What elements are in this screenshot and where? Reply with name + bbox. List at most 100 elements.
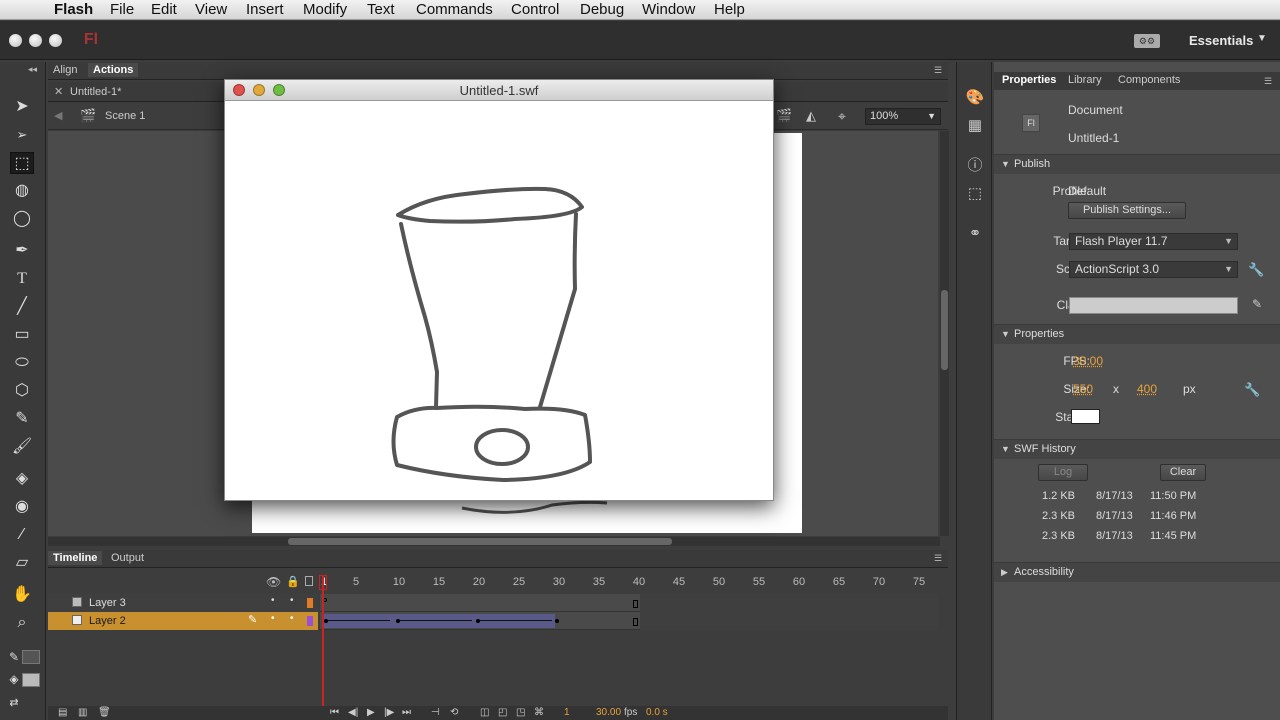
edit-symbols-icon[interactable]: ◭ — [806, 108, 816, 124]
layer-row-selected[interactable]: Layer 2 ✎ • • — [48, 612, 318, 630]
publish-section-header[interactable]: ▼ Publish — [994, 154, 1280, 174]
tab-timeline[interactable]: Timeline — [48, 551, 103, 565]
tab-properties[interactable]: Properties — [1002, 74, 1056, 86]
swap-colors-icon[interactable]: ⇄ — [2, 692, 26, 714]
minimize-window-button[interactable] — [29, 34, 42, 47]
tween-span[interactable] — [323, 614, 555, 628]
menu-commands[interactable]: Commands — [416, 1, 493, 18]
close-tab-icon[interactable]: ✕ — [54, 85, 63, 98]
layer-name[interactable]: Layer 2 — [89, 615, 126, 627]
swf-minimize-button[interactable] — [253, 84, 265, 96]
menu-debug[interactable]: Debug — [580, 1, 624, 18]
current-frame[interactable]: 1 — [564, 707, 570, 718]
menu-help[interactable]: Help — [714, 1, 745, 18]
pen-tool-icon[interactable]: ✒ — [10, 240, 34, 262]
brush-tool-icon[interactable]: 🖌 — [10, 436, 34, 458]
zoom-window-button[interactable] — [49, 34, 62, 47]
swf-close-button[interactable] — [233, 84, 245, 96]
eye-icon[interactable]: 👁 — [266, 575, 281, 589]
ink-bottle-tool-icon[interactable]: ◉ — [10, 496, 34, 518]
panel-menu-icon[interactable]: ☰ — [934, 553, 942, 564]
line-tool-icon[interactable]: ╱ — [10, 296, 34, 318]
menu-window[interactable]: Window — [642, 1, 695, 18]
layer3-frames[interactable] — [320, 594, 938, 612]
play-icon[interactable]: ▶ — [367, 707, 375, 718]
properties-section-header[interactable]: ▼ Properties — [994, 324, 1280, 344]
motion-presets-icon[interactable]: 🎨 — [965, 88, 985, 108]
workspace-menu[interactable]: Essentials — [1189, 33, 1253, 48]
transform-icon[interactable]: ⬚ — [965, 184, 985, 204]
wrench-icon[interactable]: 🔧 — [1248, 262, 1264, 278]
lock-icon[interactable]: 🔒 — [286, 575, 300, 588]
modify-markers-icon[interactable]: ⌘ — [534, 707, 544, 718]
panel-menu-icon[interactable]: ☰ — [934, 65, 942, 76]
back-arrow-icon[interactable]: ◀ — [54, 109, 62, 122]
step-forward-icon[interactable]: |▶ — [384, 707, 394, 718]
panel-menu-icon[interactable]: ☰ — [1264, 76, 1272, 87]
pencil-tool-icon[interactable]: ✎ — [10, 408, 34, 430]
visibility-dot[interactable]: • — [271, 595, 275, 606]
swatches-icon[interactable]: ▦ — [965, 116, 985, 136]
info-icon[interactable]: ⓘ — [965, 156, 985, 176]
free-transform-tool-icon[interactable]: ⬚ — [10, 152, 34, 174]
publish-settings-button[interactable]: Publish Settings... — [1068, 202, 1186, 219]
menu-text[interactable]: Text — [367, 1, 395, 18]
frame-rate[interactable]: 30.00 — [596, 707, 621, 718]
edit-class-pencil-icon[interactable]: ✎ — [1252, 297, 1262, 311]
onion-outline-icon[interactable]: ◰ — [498, 707, 507, 718]
tab-library[interactable]: Library — [1068, 74, 1102, 86]
menu-edit[interactable]: Edit — [151, 1, 177, 18]
close-window-button[interactable] — [9, 34, 22, 47]
new-layer-icon[interactable]: ▤ — [58, 707, 67, 718]
edit-multiple-icon[interactable]: ◳ — [516, 707, 525, 718]
eraser-tool-icon[interactable]: ▱ — [10, 552, 34, 574]
go-first-frame-icon[interactable]: ⏮ — [330, 707, 339, 718]
target-select[interactable]: Flash Player 11.7 ▼ — [1069, 233, 1238, 250]
log-button[interactable]: Log — [1038, 464, 1088, 481]
swf-zoom-button[interactable] — [273, 84, 285, 96]
visibility-dot[interactable]: • — [271, 613, 275, 624]
chevron-down-icon[interactable]: ▼ — [1257, 33, 1267, 44]
tab-align[interactable]: Align — [48, 63, 82, 77]
swf-history-section-header[interactable]: ▼ SWF History — [994, 439, 1280, 459]
horizontal-scroll-thumb[interactable] — [288, 538, 672, 545]
zoom-select[interactable]: 100% ▼ — [865, 108, 941, 125]
keyframe[interactable] — [555, 619, 559, 623]
onion-skin-icon[interactable]: ◫ — [480, 707, 489, 718]
eyedropper-tool-icon[interactable]: ⁄ — [10, 524, 34, 546]
loop-icon[interactable]: ⟲ — [450, 707, 458, 718]
tab-actions[interactable]: Actions — [88, 63, 139, 77]
menu-flash[interactable]: Flash — [54, 1, 93, 18]
polystar-tool-icon[interactable]: ⬡ — [10, 380, 34, 402]
playhead[interactable] — [322, 575, 324, 707]
step-back-icon[interactable]: ◀| — [348, 707, 358, 718]
class-input[interactable] — [1069, 297, 1238, 314]
lock-dot[interactable]: • — [290, 595, 294, 606]
rectangle-tool-icon[interactable]: ▭ — [10, 324, 34, 346]
layer2-frames[interactable] — [320, 612, 938, 630]
clear-button[interactable]: Clear — [1160, 464, 1206, 481]
menu-control[interactable]: Control — [511, 1, 559, 18]
edit-scene-icon[interactable]: 🎬 — [776, 108, 792, 124]
document-tab[interactable]: Untitled-1* — [70, 86, 121, 98]
menu-file[interactable]: File — [110, 1, 134, 18]
menu-modify[interactable]: Modify — [303, 1, 347, 18]
snap-icon[interactable]: ⌖ — [838, 108, 846, 125]
timeline-ruler[interactable]: 1 5 10 15 20 25 30 35 40 45 50 55 60 65 … — [318, 573, 938, 591]
new-folder-icon[interactable]: ▥ — [78, 707, 87, 718]
stroke-color-swatch[interactable] — [22, 650, 40, 664]
components-icon[interactable]: ⚭ — [965, 224, 985, 244]
stage-color-swatch[interactable] — [1071, 409, 1100, 424]
menu-insert[interactable]: Insert — [246, 1, 284, 18]
layer-name[interactable]: Layer 3 — [89, 597, 126, 609]
collapse-icon[interactable]: ◂◂ — [28, 64, 37, 75]
text-tool-icon[interactable]: T — [10, 268, 34, 290]
vertical-scroll-thumb[interactable] — [941, 290, 948, 370]
hand-tool-icon[interactable]: ✋ — [10, 584, 34, 606]
lock-dot[interactable]: • — [290, 613, 294, 624]
center-frame-icon[interactable]: ⊣ — [431, 707, 440, 718]
delete-layer-icon[interactable]: 🗑 — [98, 707, 111, 718]
subselection-tool-icon[interactable]: ➢ — [10, 124, 34, 146]
end-frame[interactable] — [633, 618, 638, 626]
width-value[interactable]: 550 — [1073, 382, 1093, 396]
